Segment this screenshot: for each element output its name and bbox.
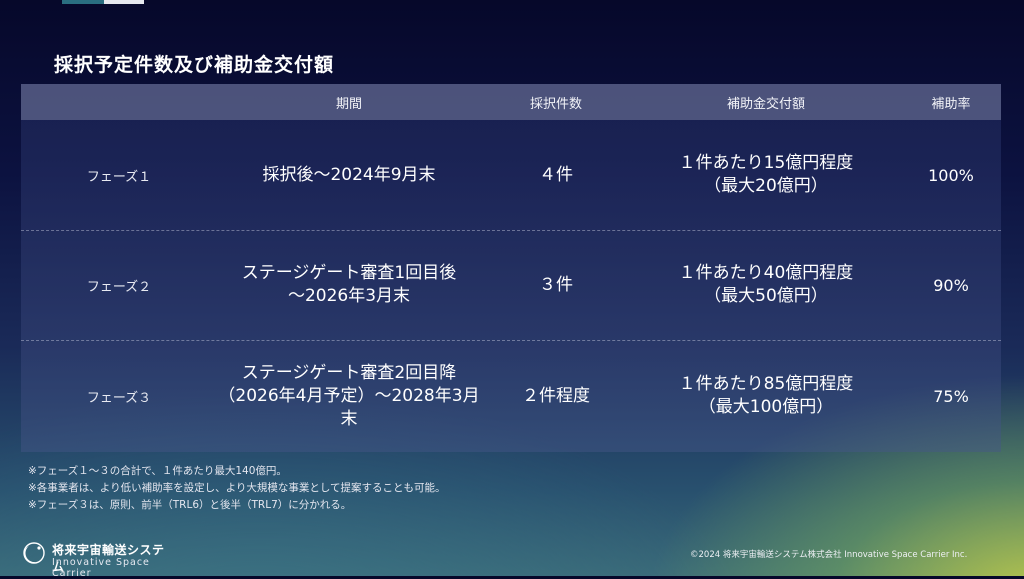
period-line: ステージゲート審査2回目降 (241, 362, 457, 383)
amount-line: １件あたり15億円程度 (678, 153, 854, 173)
table-header: 期間 採択件数 補助金交付額 補助率 (21, 84, 1001, 120)
period-line: 採択後～2024年9月末 (262, 164, 436, 185)
count-cell: ４件 (539, 164, 573, 185)
table-row-phase-1: フェーズ１ 採択後～2024年9月末 ４件 １件あたり15億円程度 （最大20億… (21, 120, 1001, 230)
phase-label: フェーズ２ (86, 279, 152, 295)
period-line: ～2026年3月末 (287, 286, 411, 306)
company-logo: 将来宇宙輸送システム Innovative Space Carrier (22, 541, 172, 579)
header-period: 期間 (335, 96, 362, 112)
amount-max-line: （最大100億円） (698, 397, 834, 417)
amount-cell: １件あたり15億円程度 （最大20億円） (631, 120, 901, 230)
rate-cell: 75% (933, 386, 969, 406)
top-tab-light (104, 0, 144, 4)
count-cell: ２件程度 (522, 385, 590, 406)
phase-label: フェーズ３ (86, 390, 152, 406)
phase-label: フェーズ１ (86, 169, 152, 185)
period-cell: 採択後～2024年9月末 (217, 120, 481, 230)
header-phase (21, 84, 217, 120)
amount-line: １件あたり85億円程度 (678, 374, 854, 394)
page-title: 採択予定件数及び補助金交付額 (54, 54, 335, 76)
table-row-phase-2: フェーズ２ ステージゲート審査1回目後 ～2026年3月末 ３件 １件あたり40… (21, 230, 1001, 340)
footnote: ※各事業者は、より低い補助率を設定し、より大規模な事業として提案することも可能。 (28, 482, 446, 494)
copyright-text: ©2024 将来宇宙輸送システム株式会社 Innovative Space Ca… (690, 550, 968, 560)
header-amount: 補助金交付額 (726, 96, 805, 112)
amount-max-line: （最大50億円） (704, 286, 828, 306)
amount-line: １件あたり40億円程度 (678, 263, 854, 283)
footnote: ※フェーズ１～３の合計で、１件あたり最大140億円。 (28, 465, 287, 477)
subsidy-table: 期間 採択件数 補助金交付額 補助率 フェーズ１ 採択後～2024年9月末 ４件… (21, 84, 1001, 452)
footnote: ※フェーズ３は、原則、前半（TRL6）と後半（TRL7）に分かれる。 (28, 499, 352, 511)
period-line: ステージゲート審査1回目後 (241, 263, 457, 283)
crescent-orbit-icon (23, 542, 45, 564)
top-tab-accent (62, 0, 104, 4)
rate-cell: 90% (933, 275, 969, 295)
count-cell: ３件 (539, 274, 573, 295)
period-cell: ステージゲート審査2回目降 （2026年4月予定）～2028年3月末 (217, 340, 481, 452)
table-row-phase-3: フェーズ３ ステージゲート審査2回目降 （2026年4月予定）～2028年3月末… (21, 340, 1001, 450)
amount-max-line: （最大20億円） (704, 176, 828, 196)
amount-cell: １件あたり40億円程度 （最大50億円） (631, 230, 901, 340)
header-rate: 補助率 (931, 96, 971, 112)
amount-cell: １件あたり85億円程度 （最大100億円） (631, 340, 901, 452)
rate-cell: 100% (928, 165, 974, 185)
period-cell: ステージゲート審査1回目後 ～2026年3月末 (217, 230, 481, 340)
period-line: （2026年4月予定）～2028年3月末 (218, 385, 480, 429)
footnotes: ※フェーズ１～３の合計で、１件あたり最大140億円。 ※各事業者は、より低い補助… (28, 463, 446, 514)
header-count: 採択件数 (529, 96, 582, 112)
